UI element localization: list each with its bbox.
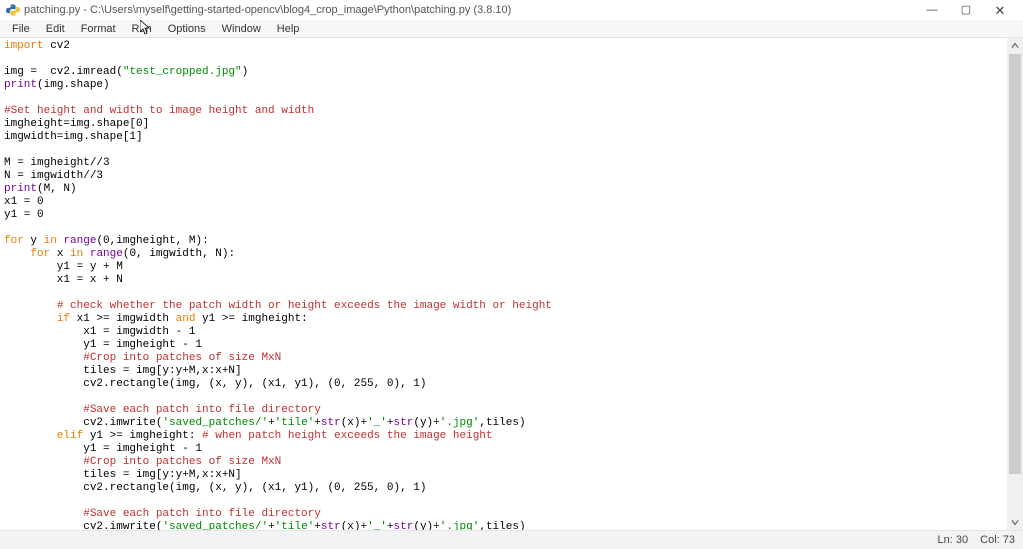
menu-run[interactable]: Run: [124, 22, 160, 36]
code-line: [4, 92, 1003, 105]
menu-help[interactable]: Help: [269, 22, 308, 36]
code-line: if x1 >= imgwidth and y1 >= imgheight:: [4, 313, 1003, 326]
window-title: patching.py - C:\Users\myself\getting-st…: [24, 4, 511, 16]
titlebar: patching.py - C:\Users\myself\getting-st…: [0, 0, 1023, 20]
code-line: x1 = 0: [4, 196, 1003, 209]
code-line: [4, 144, 1003, 157]
code-line: x1 = x + N: [4, 274, 1003, 287]
code-line: img = cv2.imread("test_cropped.jpg"): [4, 66, 1003, 79]
code-line: for x in range(0, imgwidth, N):: [4, 248, 1003, 261]
statusbar: Ln: 30 Col: 73: [0, 530, 1023, 549]
code-line: cv2.imwrite('saved_patches/'+'tile'+str(…: [4, 417, 1003, 430]
code-line: [4, 495, 1003, 508]
code-line: [4, 53, 1003, 66]
scroll-up-button[interactable]: [1007, 38, 1023, 54]
vertical-scrollbar[interactable]: [1007, 38, 1023, 530]
code-line: print(img.shape): [4, 79, 1003, 92]
code-line: tiles = img[y:y+M,x:x+N]: [4, 469, 1003, 482]
code-line: #Save each patch into file directory: [4, 404, 1003, 417]
code-line: #Save each patch into file directory: [4, 508, 1003, 521]
scroll-track[interactable]: [1007, 54, 1023, 514]
code-line: elif y1 >= imgheight: # when patch heigh…: [4, 430, 1003, 443]
code-line: # check whether the patch width or heigh…: [4, 300, 1003, 313]
code-line: cv2.imwrite('saved_patches/'+'tile'+str(…: [4, 521, 1003, 530]
maximize-button[interactable]: ▢: [949, 0, 983, 20]
app-icon: [6, 3, 20, 17]
code-line: y1 = imgheight - 1: [4, 339, 1003, 352]
code-line: imgwidth=img.shape[1]: [4, 131, 1003, 144]
code-line: y1 = imgheight - 1: [4, 443, 1003, 456]
code-line: tiles = img[y:y+M,x:x+N]: [4, 365, 1003, 378]
code-line: print(M, N): [4, 183, 1003, 196]
code-line: imgheight=img.shape[0]: [4, 118, 1003, 131]
minimize-button[interactable]: —: [915, 0, 949, 20]
code-line: #Crop into patches of size MxN: [4, 352, 1003, 365]
menu-window[interactable]: Window: [214, 22, 269, 36]
code-line: M = imgheight//3: [4, 157, 1003, 170]
code-line: N = imgwidth//3: [4, 170, 1003, 183]
menu-options[interactable]: Options: [160, 22, 214, 36]
menu-file[interactable]: File: [4, 22, 38, 36]
scroll-thumb[interactable]: [1009, 54, 1021, 474]
menu-format[interactable]: Format: [73, 22, 124, 36]
code-editor[interactable]: import cv2 img = cv2.imread("test_croppe…: [0, 38, 1007, 530]
code-line: x1 = imgwidth - 1: [4, 326, 1003, 339]
code-line: cv2.rectangle(img, (x, y), (x1, y1), (0,…: [4, 482, 1003, 495]
status-line: Ln: 30: [938, 534, 969, 546]
menubar: File Edit Format Run Options Window Help: [0, 20, 1023, 38]
code-line: import cv2: [4, 40, 1003, 53]
code-line: for y in range(0,imgheight, M):: [4, 235, 1003, 248]
code-line: #Set height and width to image height an…: [4, 105, 1003, 118]
code-line: cv2.rectangle(img, (x, y), (x1, y1), (0,…: [4, 378, 1003, 391]
close-button[interactable]: ✕: [983, 0, 1017, 20]
code-line: [4, 222, 1003, 235]
editor-area: import cv2 img = cv2.imread("test_croppe…: [0, 38, 1023, 530]
status-column: Col: 73: [980, 534, 1015, 546]
scroll-down-button[interactable]: [1007, 514, 1023, 530]
code-line: #Crop into patches of size MxN: [4, 456, 1003, 469]
code-line: [4, 391, 1003, 404]
code-line: y1 = 0: [4, 209, 1003, 222]
menu-edit[interactable]: Edit: [38, 22, 73, 36]
code-line: y1 = y + M: [4, 261, 1003, 274]
code-line: [4, 287, 1003, 300]
